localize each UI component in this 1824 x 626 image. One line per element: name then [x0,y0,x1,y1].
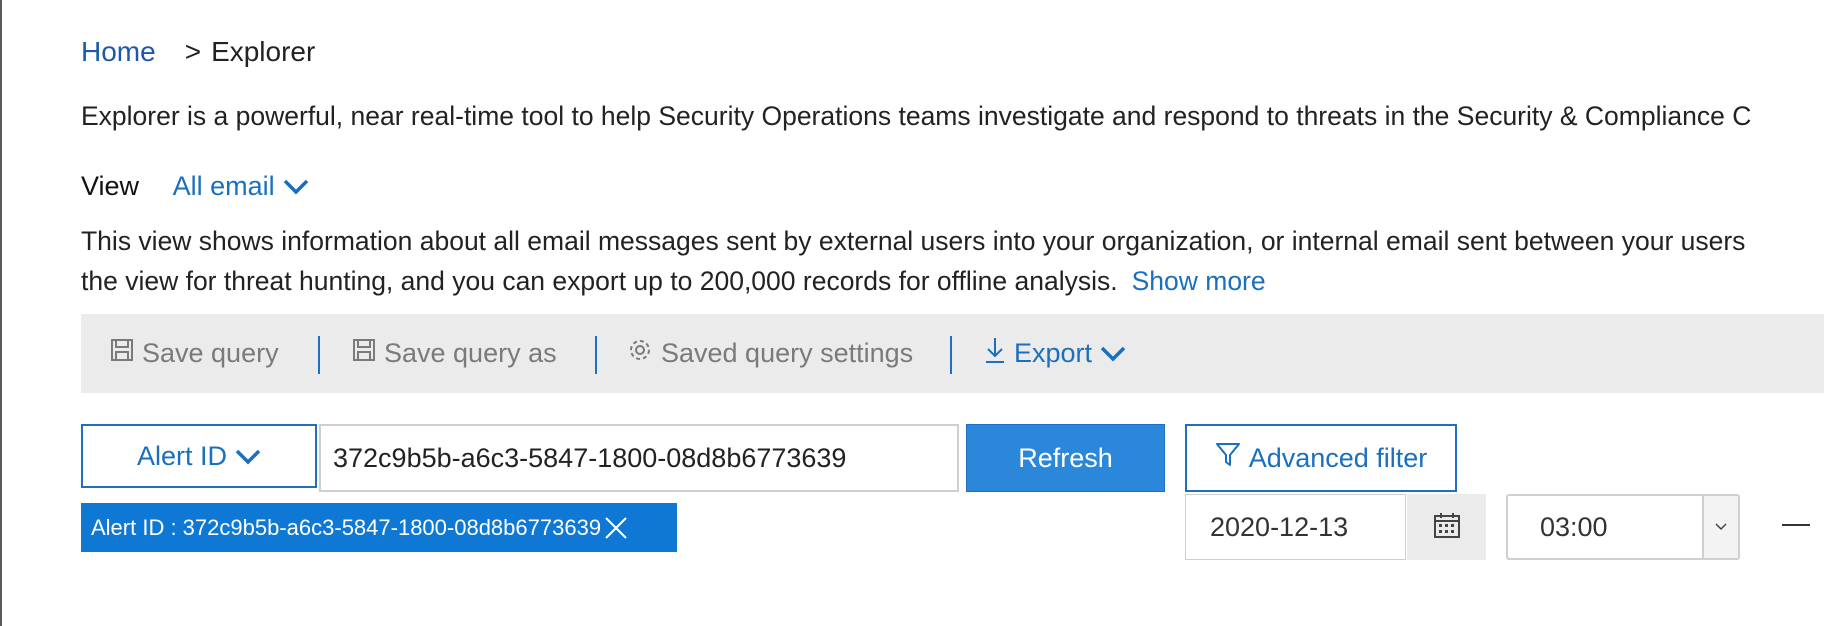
filter-icon [1215,441,1249,476]
filter-field-value: Alert ID [136,440,228,471]
start-date-input[interactable] [1185,494,1406,560]
download-icon [984,336,1014,371]
saved-query-settings-button[interactable]: Saved query settings [627,314,913,393]
breadcrumb: Home > Explorer [81,36,315,68]
view-info-line-1: This view shows information about all em… [81,226,1746,256]
view-info: This view shows information about all em… [81,221,1824,301]
view-info-line-2-text: the view for threat hunting, and you can… [81,266,1118,296]
active-filter-label: Alert ID : 372c9b5b-a6c3-5847-1800-08d8b… [91,514,602,540]
save-query-button[interactable]: Save query [110,314,279,393]
saved-query-settings-label: Saved query settings [661,338,914,368]
chevron-down-icon [1100,338,1134,369]
save-query-label: Save query [142,338,279,368]
gear-icon [627,337,661,370]
filter-value-input[interactable] [319,424,959,492]
toolbar-divider [595,336,597,374]
view-info-line-2: the view for threat hunting, and you can… [81,261,1824,301]
advanced-filter-label: Advanced filter [1248,442,1428,473]
page-description: Explorer is a powerful, near real-time t… [81,101,1752,131]
chevron-down-icon [1702,496,1738,558]
active-filter-chip: Alert ID : 372c9b5b-a6c3-5847-1800-08d8b… [81,503,677,552]
toolbar-divider [318,336,320,374]
save-icon [352,338,384,369]
toolbar-divider [950,336,952,374]
view-dropdown[interactable]: All email [173,171,309,202]
close-icon[interactable] [603,515,629,541]
calendar-icon [1433,511,1461,544]
filter-field-dropdown[interactable]: Alert ID [81,424,317,488]
start-time-value: 03:00 [1540,511,1608,542]
start-time-select[interactable]: 03:00 [1506,494,1740,560]
chevron-down-icon [283,171,309,202]
advanced-filter-button[interactable]: Advanced filter [1185,424,1457,492]
view-selected-value: All email [172,171,275,201]
date-range-dash [1782,524,1810,526]
refresh-button[interactable]: Refresh [966,424,1165,492]
breadcrumb-current: Explorer [211,36,316,67]
query-toolbar: Save query Save query as Saved query set… [81,314,1824,393]
save-icon [110,338,142,369]
export-button[interactable]: Export [984,314,1134,393]
save-query-as-button[interactable]: Save query as [352,314,557,393]
show-more-link[interactable]: Show more [1132,266,1266,296]
calendar-button[interactable] [1407,494,1486,560]
view-row: View All email [81,171,309,202]
breadcrumb-home-link[interactable]: Home [81,36,156,67]
window-left-border [0,0,2,626]
view-label: View [81,171,140,201]
chevron-down-icon [235,441,261,472]
breadcrumb-separator: > [184,36,202,67]
save-query-as-label: Save query as [384,338,557,368]
export-label: Export [1014,338,1093,368]
